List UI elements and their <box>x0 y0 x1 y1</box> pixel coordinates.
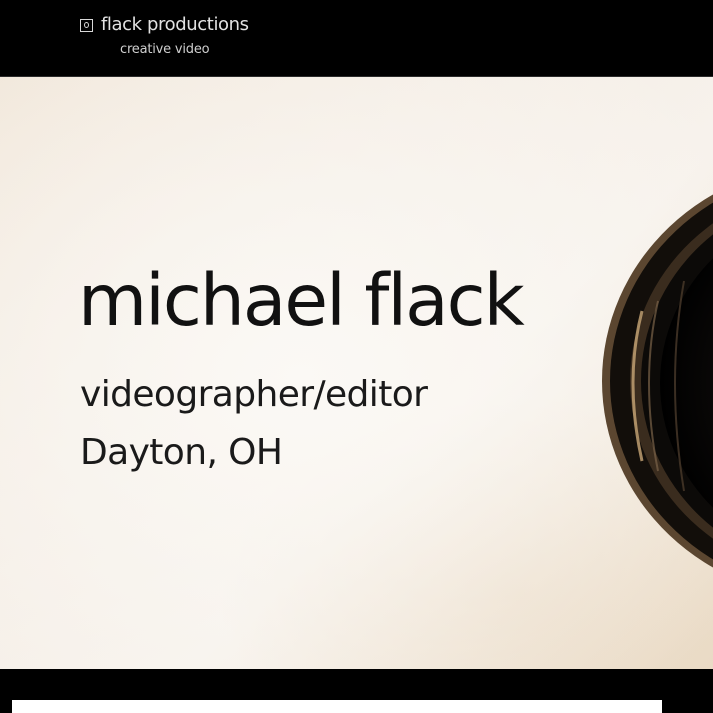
logo-mark-icon <box>80 19 93 32</box>
hero-banner: michael flack videographer/editor Dayton… <box>0 77 713 669</box>
content-section <box>0 669 713 713</box>
logo-tagline: creative video <box>120 42 210 57</box>
site-logo-link[interactable]: flack productions creative video <box>80 14 270 62</box>
hero-role: videographer/editor <box>80 374 428 415</box>
logo-name: flack productions <box>101 14 249 35</box>
site-header: flack productions creative video <box>0 0 713 77</box>
camera-lens-image <box>602 194 713 568</box>
hero-name: michael flack <box>78 259 525 342</box>
hero-location: Dayton, OH <box>80 432 283 473</box>
content-card <box>12 700 662 713</box>
